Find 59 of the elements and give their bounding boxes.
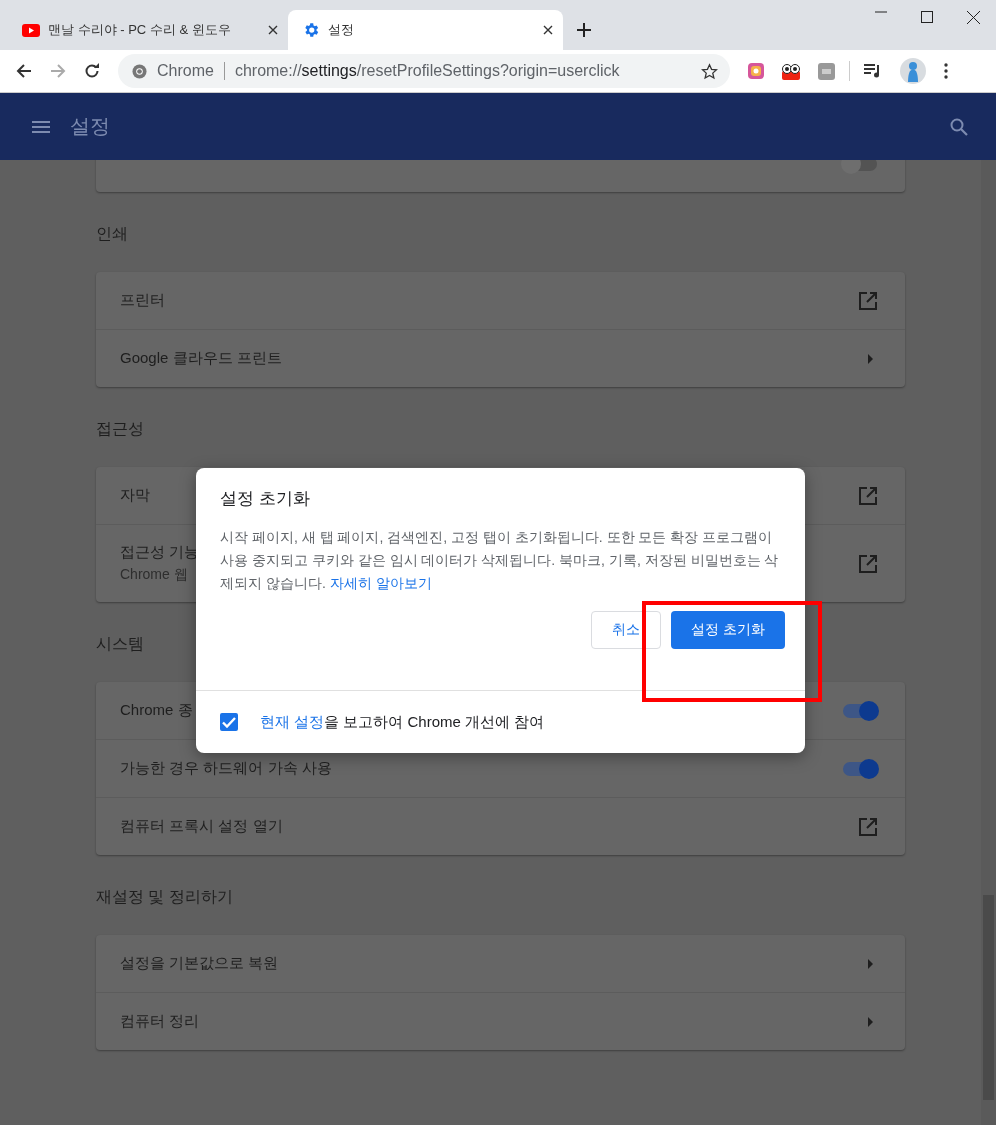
tab-title: 설정 xyxy=(328,21,355,39)
setting-label[interactable]: 컴퓨터 프록시 설정 열기 xyxy=(120,817,283,836)
menu-icon[interactable] xyxy=(944,63,948,79)
camera-icon[interactable] xyxy=(748,63,764,79)
scrollbar[interactable] xyxy=(981,160,996,1125)
close-icon[interactable] xyxy=(543,25,553,35)
section-heading: 시스템 xyxy=(96,634,144,654)
browser-tab[interactable]: 설정 xyxy=(288,10,563,50)
browser-tab[interactable]: 맨날 수리야 - PC 수리 & 윈도우 xyxy=(8,10,288,50)
setting-description: Chrome 웹 xyxy=(120,566,188,584)
current-settings-link[interactable]: 현재 설정 xyxy=(260,712,325,730)
setting-label[interactable]: 가능한 경우 하드웨어 가속 사용 xyxy=(120,759,332,778)
arrow-right-icon[interactable] xyxy=(868,353,873,364)
chrome-icon xyxy=(132,63,147,79)
close-icon[interactable] xyxy=(268,25,278,35)
section-heading: 인쇄 xyxy=(96,224,128,244)
cancel-button[interactable]: 취소 xyxy=(591,611,662,649)
site-label: Chrome xyxy=(157,62,214,80)
external-link-icon[interactable] xyxy=(859,486,877,505)
reset-button[interactable]: 설정 초기화 xyxy=(671,611,785,649)
toggle-switch[interactable] xyxy=(843,703,877,718)
setting-label[interactable]: 설정을 기본값으로 복원 xyxy=(120,954,279,973)
setting-label[interactable]: Chrome 종 xyxy=(120,701,193,720)
address-bar[interactable]: Chrome chrome://settings/resetProfileSettings?origin=userclick xyxy=(118,54,730,88)
toggle-switch[interactable] xyxy=(843,761,877,776)
dialog-message: 시작 페이지, 새 탭 페이지, 검색엔진, 고정 탭이 초기화됩니다. 또한 모든 확장 프로그램이 사용 중지되고 쿠키와 같은 임시 데이터가 삭제됩니다. 북마크, 기록, 저장된 비밀번호는 삭제되지 않습니다. 자세히 알아보기 xyxy=(220,528,780,593)
avatar-icon[interactable] xyxy=(900,58,926,84)
arrow-right-icon[interactable] xyxy=(868,1016,873,1027)
maximize-icon[interactable] xyxy=(921,11,933,23)
eyes-icon[interactable] xyxy=(782,62,800,80)
back-icon[interactable] xyxy=(16,63,32,79)
external-link-icon[interactable] xyxy=(859,817,877,836)
setting-label[interactable]: 프린터 xyxy=(120,291,165,310)
external-link-icon[interactable] xyxy=(859,554,877,573)
setting-label[interactable]: 자막 xyxy=(120,486,150,505)
setting-label[interactable]: 컴퓨터 정리 xyxy=(120,1012,200,1031)
extension-icon[interactable] xyxy=(818,62,835,80)
setting-label[interactable]: Google 클라우드 프린트 xyxy=(120,349,282,368)
arrow-right-icon[interactable] xyxy=(868,958,873,969)
setting-label[interactable]: 접근성 기능 xyxy=(120,543,200,562)
section-heading: 재설정 및 정리하기 xyxy=(96,887,233,907)
play-icon xyxy=(22,23,40,37)
checkbox[interactable] xyxy=(220,713,238,731)
reload-icon[interactable] xyxy=(84,63,100,79)
star-icon[interactable] xyxy=(701,62,718,80)
new-tab-icon[interactable] xyxy=(577,23,591,37)
report-label: 현재 설정을 보고하여 Chrome 개선에 참여 xyxy=(260,712,545,732)
media-icon[interactable] xyxy=(864,64,882,78)
learn-more-link[interactable]: 자세히 알아보기 xyxy=(329,575,432,591)
page-title: 설정 xyxy=(70,114,110,139)
close-icon[interactable] xyxy=(967,11,980,24)
external-link-icon[interactable] xyxy=(859,291,877,310)
section-heading: 접근성 xyxy=(96,419,144,439)
forward-icon[interactable] xyxy=(50,63,66,79)
toggle-switch[interactable] xyxy=(843,160,877,171)
tab-title: 맨날 수리야 - PC 수리 & 윈도우 xyxy=(48,21,232,39)
dialog-title: 설정 초기화 xyxy=(219,488,311,510)
url-text: chrome://settings/resetProfileSettings?origin=userclick xyxy=(234,62,621,80)
search-icon[interactable] xyxy=(950,117,968,136)
